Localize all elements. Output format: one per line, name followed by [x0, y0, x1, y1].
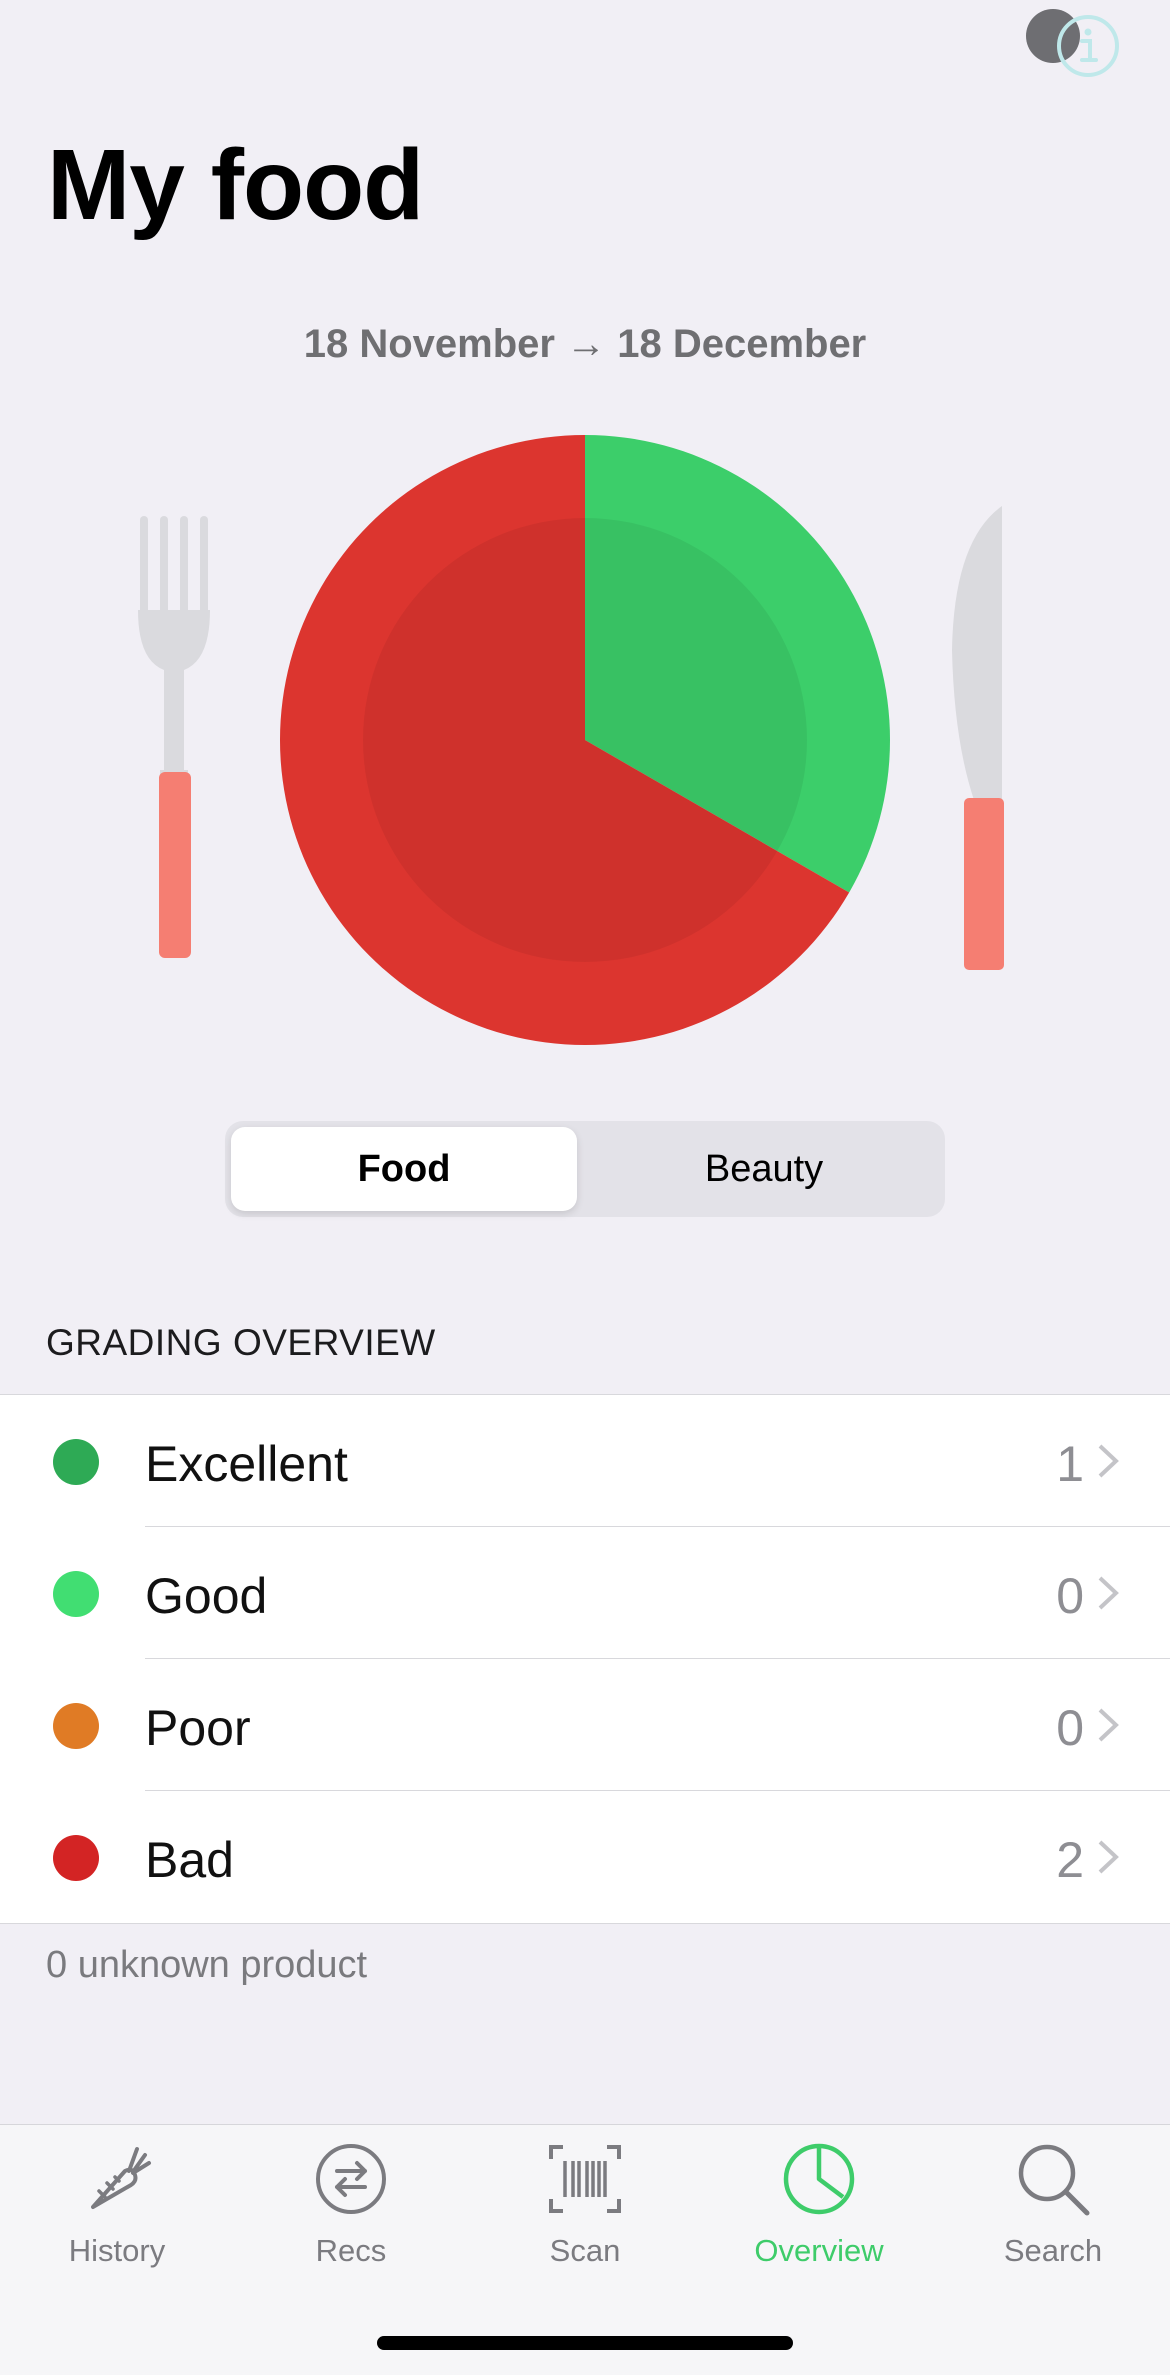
grading-label: Good — [145, 1568, 268, 1624]
pie-chart-icon — [783, 2143, 855, 2215]
grading-count: 0 — [1056, 1700, 1084, 1756]
grading-label: Excellent — [145, 1436, 348, 1492]
knife-icon — [952, 506, 1004, 970]
fork-icon — [138, 516, 210, 958]
barcode-icon — [549, 2145, 621, 2213]
chevron-right-icon — [1098, 1708, 1119, 1742]
grading-label: Poor — [145, 1700, 251, 1756]
tab-label: Scan — [549, 2233, 621, 2268]
category-segmented-control: Food Beauty — [225, 1121, 945, 1217]
grading-list: Excellent 1 Good 0 Poor 0 Bad 2 — [0, 1394, 1170, 1924]
grading-count: 0 — [1056, 1568, 1084, 1624]
section-header: GRADING OVERVIEW — [46, 1322, 436, 1363]
tab-overview[interactable]: Overview — [702, 2125, 936, 2315]
tab-label: Overview — [754, 2233, 884, 2268]
tab-history[interactable]: History — [0, 2125, 234, 2315]
chevron-right-icon — [1098, 1576, 1119, 1610]
segment-beauty[interactable]: Beauty — [591, 1127, 937, 1211]
tab-label: History — [68, 2233, 166, 2268]
info-button[interactable] — [1056, 14, 1120, 78]
grading-row-poor[interactable]: Poor 0 — [0, 1659, 1170, 1791]
chevron-right-icon — [1098, 1444, 1119, 1478]
bad-dot — [53, 1835, 99, 1881]
tab-label: Search — [1003, 2233, 1103, 2268]
plate-inner-rim — [363, 518, 807, 962]
carrot-icon — [91, 2147, 151, 2209]
grading-row-excellent[interactable]: Excellent 1 — [0, 1395, 1170, 1527]
grading-count: 2 — [1056, 1832, 1084, 1888]
tab-scan[interactable]: Scan — [468, 2125, 702, 2315]
tab-label: Recs — [315, 2233, 387, 2268]
date-range: 18 November → 18 December — [303, 322, 867, 366]
info-icon — [1057, 15, 1119, 77]
grading-row-good[interactable]: Good 0 — [0, 1527, 1170, 1659]
plate-pie-chart — [280, 435, 890, 1045]
unknown-products-note: 0 unknown product — [46, 1944, 368, 1986]
tab-search[interactable]: Search — [936, 2125, 1170, 2315]
chevron-right-icon — [1098, 1840, 1119, 1874]
grading-label: Bad — [145, 1832, 234, 1888]
excellent-dot — [53, 1439, 99, 1485]
swap-arrows-icon — [316, 2144, 386, 2214]
good-dot — [53, 1571, 99, 1617]
grading-count: 1 — [1056, 1436, 1084, 1492]
segment-food[interactable]: Food — [231, 1127, 577, 1211]
poor-dot — [53, 1703, 99, 1749]
home-indicator[interactable] — [377, 2336, 793, 2350]
grading-row-bad[interactable]: Bad 2 — [0, 1791, 1170, 1923]
page-title: My food — [47, 129, 424, 241]
tab-recs[interactable]: Recs — [234, 2125, 468, 2315]
magnifier-icon — [1018, 2144, 1090, 2216]
